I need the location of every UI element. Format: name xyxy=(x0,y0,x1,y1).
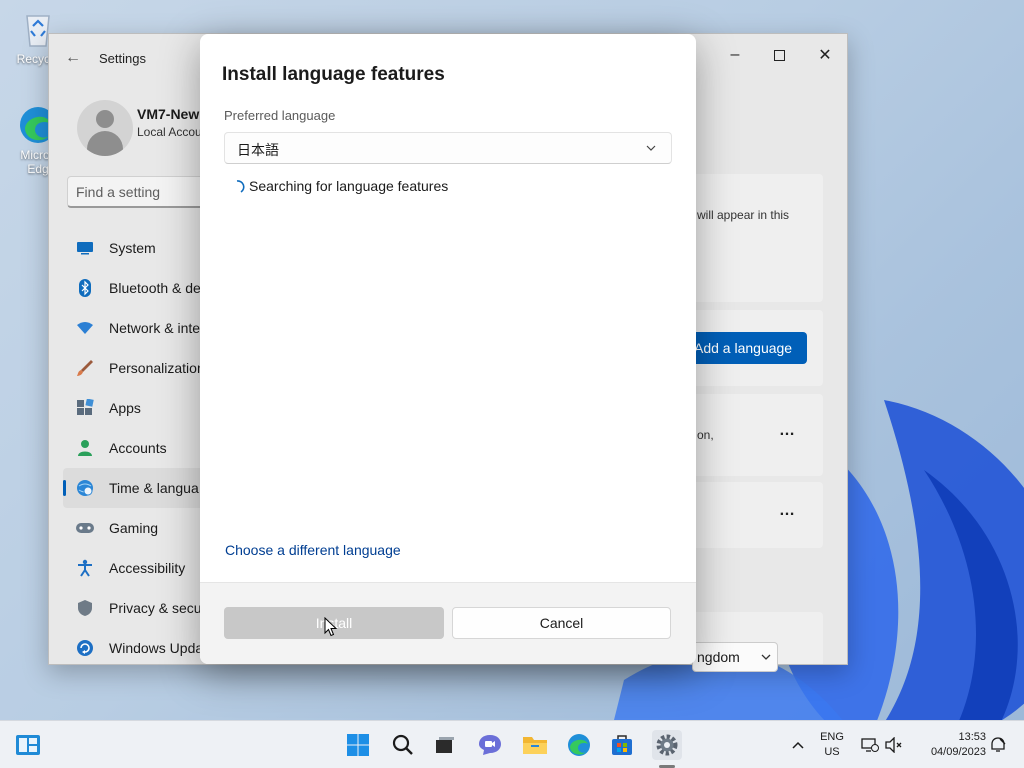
avatar xyxy=(77,100,133,156)
sidebar-item-accessibility[interactable]: Accessibility xyxy=(63,548,213,588)
gamepad-icon xyxy=(75,518,95,538)
notifications-button[interactable] xyxy=(988,735,1008,755)
sidebar-item-windows-update[interactable]: Windows Upda xyxy=(63,628,213,664)
clock-time: 13:53 xyxy=(958,731,986,743)
sidebar-item-label: Personalization xyxy=(109,360,205,376)
card-description: will appear in this xyxy=(697,208,790,222)
sidebar-item-privacy[interactable]: Privacy & secur xyxy=(63,588,213,628)
mouse-cursor-icon xyxy=(324,617,338,637)
settings-taskbar-button[interactable] xyxy=(652,730,682,760)
update-icon xyxy=(75,638,95,658)
store-icon xyxy=(612,735,632,755)
preferred-language-label: Preferred language xyxy=(224,108,336,123)
profile-subtitle: Local Accou xyxy=(137,125,202,139)
store-button[interactable] xyxy=(607,730,637,760)
region-select-value: ngdom xyxy=(697,649,740,665)
user-profile[interactable]: VM7-New Local Accou xyxy=(77,100,217,160)
sidebar-item-gaming[interactable]: Gaming xyxy=(63,508,213,548)
sidebar-item-time-language[interactable]: Time & langua xyxy=(63,468,213,508)
clock-date: 04/09/2023 xyxy=(930,746,986,758)
task-view-icon xyxy=(436,737,454,753)
input-language-line2: US xyxy=(824,746,840,758)
sidebar-nav: System Bluetooth & de Network & inte Per… xyxy=(63,228,213,664)
maximize-icon[interactable] xyxy=(757,40,801,70)
search-button[interactable] xyxy=(388,730,418,760)
install-language-dialog: Install language features Preferred lang… xyxy=(200,34,696,664)
language-row-text: on, xyxy=(697,428,714,442)
edge-taskbar-button[interactable] xyxy=(564,730,594,760)
globe-clock-icon xyxy=(75,478,95,498)
chevron-up-icon xyxy=(792,741,804,749)
sidebar-item-system[interactable]: System xyxy=(63,228,213,268)
brush-icon xyxy=(75,358,95,378)
taskbar: ENG US 13:53 04/09/2023 xyxy=(0,720,1024,768)
add-language-button[interactable]: Add a language xyxy=(692,332,807,364)
country-region-select[interactable]: ngdom xyxy=(692,642,778,672)
more-options-icon[interactable]: … xyxy=(779,422,796,440)
sidebar-item-accounts[interactable]: Accounts xyxy=(63,428,213,468)
sidebar-item-label: Accessibility xyxy=(109,560,186,576)
dialog-footer: Install Cancel xyxy=(200,582,696,664)
sidebar-item-personalization[interactable]: Personalization xyxy=(63,348,213,388)
spinner-icon xyxy=(236,180,245,193)
sidebar-item-label: Accounts xyxy=(109,440,167,456)
sidebar-item-label: System xyxy=(109,240,156,256)
notification-bell-icon xyxy=(991,737,1006,752)
sidebar-item-network[interactable]: Network & inte xyxy=(63,308,213,348)
sidebar-item-bluetooth[interactable]: Bluetooth & de xyxy=(63,268,213,308)
network-status-button[interactable] xyxy=(860,735,880,755)
sidebar-item-label: Apps xyxy=(109,400,141,416)
cancel-button[interactable]: Cancel xyxy=(452,607,671,639)
person-icon xyxy=(75,438,95,458)
settings-title: Settings xyxy=(99,51,146,66)
clock[interactable]: 13:53 04/09/2023 xyxy=(912,730,986,760)
wifi-icon xyxy=(75,318,95,338)
preferred-language-value: 日本語 xyxy=(237,142,279,158)
chat-icon xyxy=(479,735,501,755)
search-input[interactable]: Find a setting xyxy=(67,176,217,208)
speaker-muted-icon xyxy=(885,737,902,753)
search-icon xyxy=(392,734,413,755)
sidebar-item-label: Time & langua xyxy=(109,480,199,496)
search-status-text: Searching for language features xyxy=(249,178,449,194)
chevron-down-icon xyxy=(646,145,656,151)
input-language-indicator[interactable]: ENG US xyxy=(818,730,846,760)
bluetooth-icon xyxy=(75,278,95,298)
search-status: Searching for language features xyxy=(234,178,448,194)
sidebar-item-apps[interactable]: Apps xyxy=(63,388,213,428)
volume-button[interactable] xyxy=(884,735,904,755)
task-view-button[interactable] xyxy=(430,730,460,760)
start-button[interactable] xyxy=(343,730,373,760)
apps-icon xyxy=(75,398,95,418)
choose-different-language-link[interactable]: Choose a different language xyxy=(225,542,401,558)
monitor-icon xyxy=(75,238,95,258)
file-explorer-button[interactable] xyxy=(520,730,550,760)
sidebar-item-label: Gaming xyxy=(109,520,159,536)
chevron-down-icon xyxy=(761,654,771,660)
shield-icon xyxy=(75,598,95,618)
minimize-icon[interactable]: – xyxy=(713,40,757,70)
gear-icon xyxy=(656,734,678,756)
sidebar-item-label: Privacy & secur xyxy=(109,600,207,616)
chat-button[interactable] xyxy=(475,730,505,760)
folder-icon xyxy=(523,737,547,754)
input-language-line1: ENG xyxy=(820,731,844,743)
sidebar-item-label: Windows Upda xyxy=(109,640,204,656)
widgets-button[interactable] xyxy=(13,730,43,760)
widgets-icon xyxy=(16,735,40,755)
sidebar-item-label: Bluetooth & de xyxy=(109,280,201,296)
close-icon[interactable]: ✕ xyxy=(803,40,847,70)
edge-icon xyxy=(568,734,590,756)
dialog-title: Install language features xyxy=(222,64,445,85)
more-options-icon[interactable]: … xyxy=(779,502,796,520)
back-arrow-icon[interactable]: ← xyxy=(65,49,81,67)
windows-logo-icon xyxy=(347,734,369,756)
accessibility-icon xyxy=(75,558,95,578)
sidebar-item-label: Network & inte xyxy=(109,320,201,336)
preferred-language-select[interactable]: 日本語 xyxy=(224,132,672,164)
profile-name: VM7-New xyxy=(137,106,200,122)
network-icon xyxy=(861,738,879,752)
show-hidden-icons-button[interactable] xyxy=(788,735,808,755)
